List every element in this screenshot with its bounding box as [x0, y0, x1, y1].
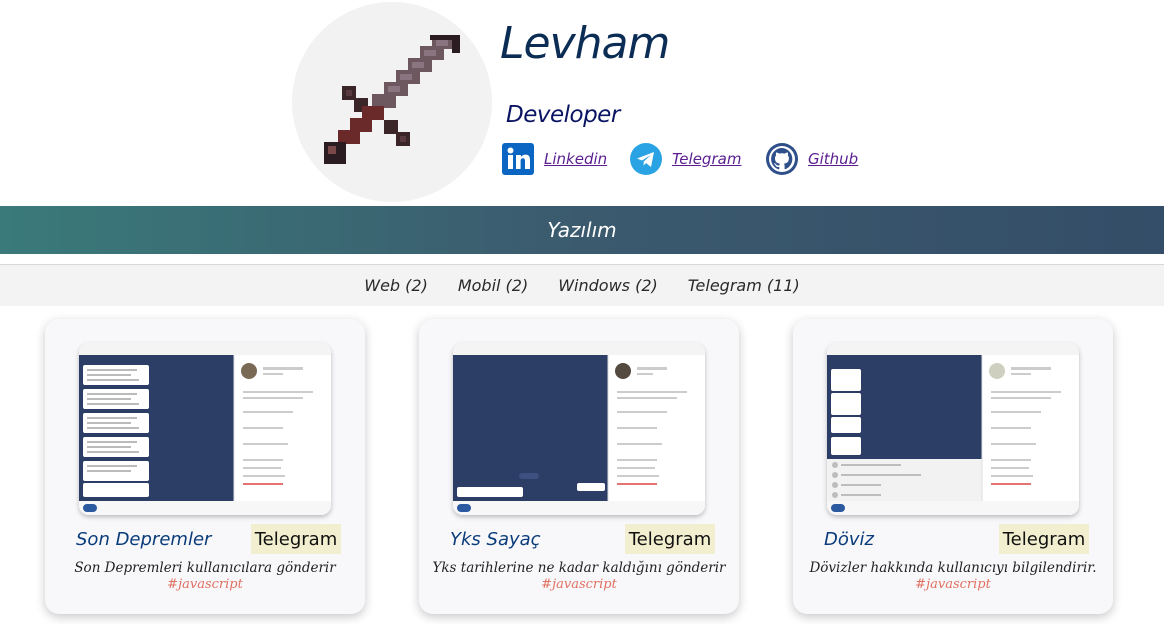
project-title[interactable]: Yks Sayaç: [450, 529, 541, 550]
github-label: Github: [808, 150, 859, 168]
linkedin-icon: [502, 143, 534, 175]
section-title: Yazılım: [547, 218, 617, 242]
github-icon: [766, 143, 798, 175]
project-screenshot: [827, 343, 1079, 515]
project-screenshot: [79, 343, 331, 515]
telegram-icon: [630, 143, 662, 175]
section-header: Yazılım: [0, 206, 1164, 254]
project-hashtag[interactable]: #javascript: [419, 577, 739, 592]
project-card[interactable]: Son Depremler Telegram Son Depremleri ku…: [45, 319, 365, 614]
project-tag: Telegram: [625, 524, 715, 554]
filter-tab-telegram[interactable]: Telegram (11): [688, 276, 800, 295]
project-screenshot: [453, 343, 705, 515]
profile-role: Developer: [506, 102, 620, 128]
project-hashtag[interactable]: #javascript: [45, 577, 365, 592]
filter-tab-windows[interactable]: Windows (2): [558, 276, 658, 295]
github-link[interactable]: Github: [766, 142, 858, 176]
project-title[interactable]: Döviz: [824, 529, 874, 550]
project-tag: Telegram: [251, 524, 341, 554]
linkedin-link[interactable]: Linkedin: [502, 142, 607, 176]
project-tag: Telegram: [999, 524, 1089, 554]
profile-header: Levham Developer Linkedin Telegram Githu…: [0, 0, 1164, 206]
project-hashtag[interactable]: #javascript: [793, 577, 1113, 592]
telegram-label: Telegram: [672, 150, 742, 168]
telegram-link[interactable]: Telegram: [630, 142, 741, 176]
linkedin-label: Linkedin: [544, 150, 608, 168]
project-description: Yks tarihlerine ne kadar kaldığını gönde…: [432, 560, 726, 576]
project-card[interactable]: Yks Sayaç Telegram Yks tarihlerine ne ka…: [419, 319, 739, 614]
project-card[interactable]: Döviz Telegram Dövizler hakkında kullanı…: [793, 319, 1113, 614]
filter-tab-mobil[interactable]: Mobil (2): [458, 276, 528, 295]
filter-tab-web[interactable]: Web (2): [364, 276, 428, 295]
project-description: Son Depremleri kullanıcılara gönderir: [74, 560, 336, 576]
profile-name: Levham: [500, 18, 670, 69]
avatar: [292, 2, 492, 202]
project-title[interactable]: Son Depremler: [76, 529, 211, 550]
pixel-sword-icon: [324, 35, 460, 164]
project-description: Dövizler hakkında kullanıcıyı bilgilendi…: [809, 560, 1097, 576]
category-filter-bar: Web (2) Mobil (2) Windows (2) Telegram (…: [0, 264, 1164, 306]
